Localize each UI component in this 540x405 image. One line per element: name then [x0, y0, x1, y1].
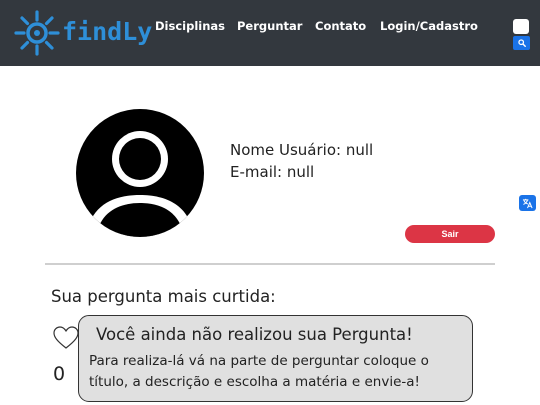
search-input[interactable] [513, 19, 529, 34]
profile-username: Nome Usuário: null [230, 141, 374, 159]
search-button[interactable] [513, 36, 530, 50]
sun-logo-icon [14, 10, 60, 56]
brand-name: findLy [62, 17, 153, 46]
empty-question-text: Para realiza-lá vá na parte de perguntar… [89, 353, 429, 390]
section-divider [45, 263, 495, 265]
user-avatar-icon [76, 109, 204, 237]
navbar: findLy Disciplinas Perguntar Contato Log… [0, 0, 540, 66]
translate-icon [522, 198, 533, 208]
profile-email: E-mail: null [230, 163, 315, 181]
nav-login-cadastro[interactable]: Login/Cadastro [380, 19, 478, 33]
nav-perguntar[interactable]: Perguntar [237, 19, 302, 33]
translate-button[interactable] [519, 195, 536, 211]
heart-outline-icon[interactable] [53, 326, 79, 350]
logout-button[interactable]: Sair [405, 225, 495, 243]
user-avatar [76, 109, 204, 237]
nav-contato[interactable]: Contato [315, 19, 366, 33]
nav-disciplinas[interactable]: Disciplinas [155, 19, 225, 33]
brand-logo[interactable]: findLy [14, 10, 152, 56]
search-icon [517, 39, 526, 47]
like-count: 0 [53, 363, 66, 385]
empty-question-notice: Você ainda não realizou sua Pergunta! Pa… [78, 315, 473, 402]
empty-question-title: Você ainda não realizou sua Pergunta! [96, 325, 413, 344]
most-liked-title: Sua pergunta mais curtida: [51, 287, 276, 306]
